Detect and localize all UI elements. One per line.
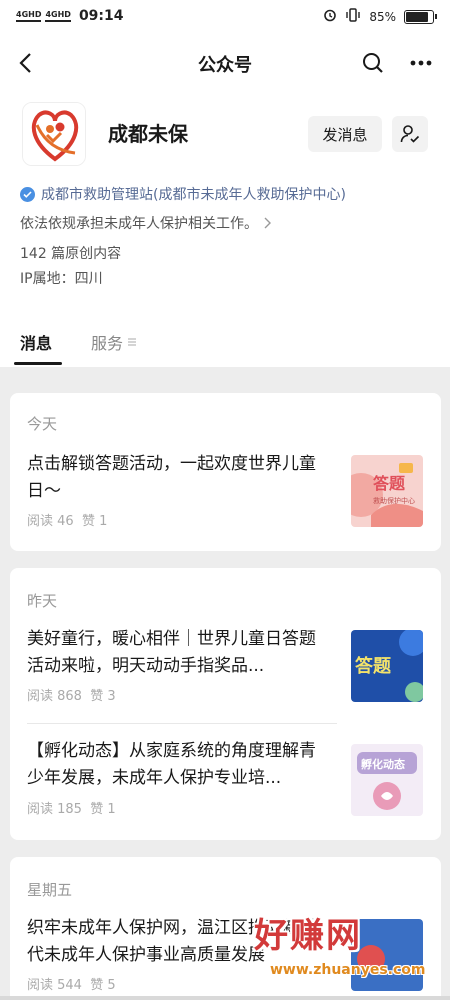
- alarm-icon: [323, 8, 337, 25]
- article-stats: 阅读 868 赞 3: [27, 685, 116, 704]
- account-name: 成都未保: [108, 122, 188, 146]
- article-title: 美好童行，暖心相伴｜世界儿童日答题活动来啦，明天动动手指奖品...: [27, 629, 316, 676]
- article-stats: 阅读 46 赞 1: [27, 510, 107, 529]
- menu-icon: [128, 338, 137, 346]
- watermark-text: 好赚网: [254, 916, 362, 956]
- account-avatar[interactable]: [22, 102, 86, 166]
- description-text: 依法依规承担未成年人保护相关工作。: [20, 216, 258, 232]
- tab-messages[interactable]: 消息: [20, 330, 52, 354]
- article-likes: 赞 3: [90, 689, 116, 704]
- article-divider: [27, 723, 337, 724]
- article-likes: 赞 1: [81, 514, 108, 529]
- active-tab-indicator: [14, 362, 62, 365]
- article-item[interactable]: 美好童行，暖心相伴｜世界儿童日答题活动来啦，明天动动手指奖品... 阅读 868…: [27, 626, 429, 710]
- thumbnail-text: 答题: [355, 655, 392, 677]
- ip-location: IP属地：四川: [20, 271, 103, 287]
- article-thumbnail: 答题: [351, 630, 423, 702]
- article-reads: 阅读 185: [27, 802, 82, 817]
- account-description[interactable]: 依法依规承担未成年人保护相关工作。: [20, 213, 271, 233]
- status-bar: 4GHD 4GHD 09:14 85%: [0, 0, 450, 34]
- signal-icon: 4GHD: [16, 10, 42, 22]
- more-button[interactable]: [406, 48, 436, 78]
- original-count: 142 篇原创内容: [20, 246, 122, 262]
- article-title: 【孵化动态】从家庭系统的角度理解青少年发展，未成年人保护专业培...: [27, 741, 316, 788]
- user-check-icon: [400, 125, 420, 143]
- send-message-button[interactable]: 发消息: [308, 116, 382, 152]
- battery-percent: 85%: [369, 9, 396, 24]
- article-item[interactable]: 【孵化动态】从家庭系统的角度理解青少年发展，未成年人保护专业培... 阅读 18…: [27, 738, 429, 822]
- follow-button[interactable]: [392, 116, 428, 152]
- thumbnail-text: 孵化动态: [361, 757, 405, 771]
- signal-icon: 4GHD: [45, 10, 71, 22]
- article-reads: 阅读 544: [27, 978, 82, 993]
- watermark: 好赚网 www.zhuanyes.com: [250, 908, 450, 1000]
- article-likes: 赞 1: [90, 802, 116, 817]
- gesture-bar: [0, 996, 450, 1000]
- verified-icon: [20, 186, 35, 202]
- group-date: 星期五: [27, 881, 73, 899]
- search-button[interactable]: [358, 48, 388, 78]
- watermark-url: www.zhuanyes.com: [270, 962, 426, 978]
- group-date: 今天: [27, 415, 58, 433]
- article-stats: 阅读 185 赞 1: [27, 798, 116, 817]
- vibrate-icon: [345, 8, 361, 25]
- search-icon: [363, 53, 383, 73]
- verified-org-link[interactable]: 成都市救助管理站(成都市未成年人救助保护中心): [20, 184, 346, 204]
- group-date: 昨天: [27, 592, 58, 610]
- message-group-today: 今天 点击解锁答题活动，一起欢度世界儿童日～ 阅读 46 赞 1 答题 救助保护…: [10, 393, 441, 551]
- article-reads: 阅读 46: [27, 514, 74, 529]
- article-title: 点击解锁答题活动，一起欢度世界儿童日～: [27, 454, 316, 501]
- article-thumbnail: 答题 救助保护中心: [351, 455, 423, 527]
- article-thumbnail: 孵化动态: [351, 744, 423, 816]
- clock: 09:14: [78, 8, 124, 24]
- more-icon: [410, 60, 432, 66]
- tab-services[interactable]: 服务: [91, 330, 137, 354]
- article-likes: 赞 5: [90, 978, 116, 993]
- article-reads: 阅读 868: [27, 689, 82, 704]
- message-group-yesterday: 昨天 美好童行，暖心相伴｜世界儿童日答题活动来啦，明天动动手指奖品... 阅读 …: [10, 568, 441, 840]
- verified-org-name: 成都市救助管理站(成都市未成年人救助保护中心): [41, 187, 346, 203]
- tab-services-label: 服务: [91, 334, 124, 353]
- article-item[interactable]: 点击解锁答题活动，一起欢度世界儿童日～ 阅读 46 赞 1 答题 救助保护中心: [27, 451, 429, 531]
- thumbnail-text: 答题: [373, 474, 406, 493]
- nav-bar: 公众号: [0, 40, 450, 86]
- battery-icon: [404, 9, 437, 24]
- account-logo: [23, 103, 85, 165]
- battery-fill: [406, 11, 428, 22]
- thumbnail-subtext: 救助保护中心: [373, 496, 415, 505]
- article-stats: 阅读 544 赞 5: [27, 974, 116, 993]
- chevron-right-icon: [264, 217, 271, 229]
